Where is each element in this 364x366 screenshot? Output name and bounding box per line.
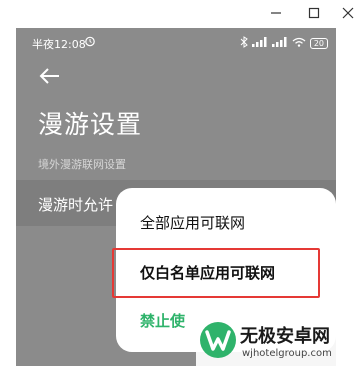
watermark-url: wjhotelgroup.com — [242, 348, 332, 359]
close-icon[interactable] — [334, 0, 362, 26]
bluetooth-icon — [240, 36, 248, 51]
signal-icon — [251, 37, 268, 50]
highlight-box — [112, 248, 320, 298]
option-all-apps[interactable]: 全部应用可联网 — [140, 212, 245, 233]
window-titlebar — [0, 0, 364, 27]
status-time: 半夜12:08 — [32, 38, 86, 51]
watermark-logo-icon — [198, 320, 238, 364]
battery-icon: 20 — [309, 38, 328, 49]
back-arrow-icon[interactable] — [38, 64, 62, 88]
wifi-icon — [292, 37, 306, 50]
battery-level: 20 — [309, 38, 328, 49]
option-disable[interactable]: 禁止使 — [140, 310, 185, 331]
page-title: 漫游设置 — [38, 110, 143, 139]
status-bar: 半夜12:08 20 — [16, 28, 336, 58]
alarm-icon — [84, 35, 96, 50]
section-label: 境外漫游联网设置 — [38, 158, 126, 171]
signal-icon-2 — [271, 37, 288, 50]
minimize-icon[interactable] — [262, 0, 290, 26]
roaming-allow-label: 漫游时允许 — [38, 196, 114, 214]
watermark-text: 无极安卓网 — [240, 326, 330, 347]
status-icons: 20 — [240, 36, 328, 51]
maximize-icon[interactable] — [300, 0, 328, 26]
watermark: 无极安卓网 wjhotelgroup.com — [196, 316, 364, 366]
